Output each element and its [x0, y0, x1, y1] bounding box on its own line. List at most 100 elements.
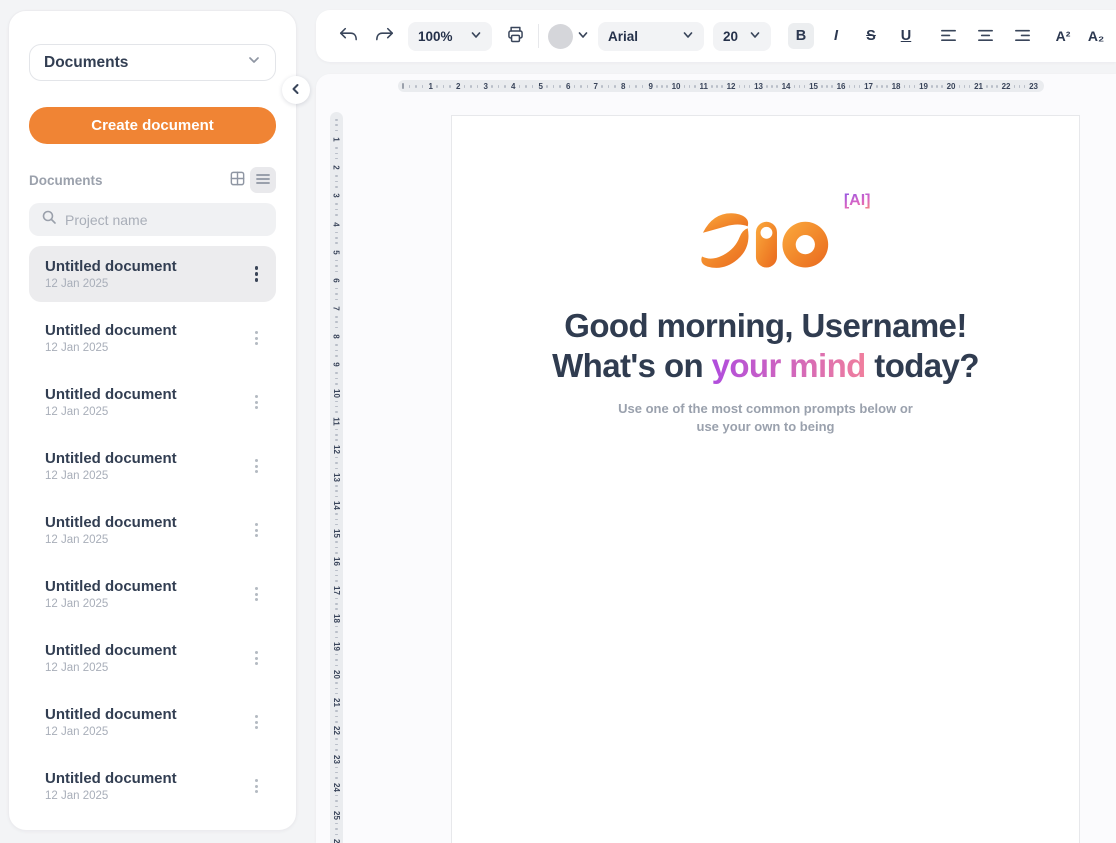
ruler-unit: 20	[928, 82, 956, 91]
font-size-dropdown[interactable]: 20	[713, 22, 771, 51]
ruler-unit: 22	[983, 82, 1011, 91]
document-list-item[interactable]: Untitled document 12 Jan 2025	[29, 246, 276, 302]
ruler-unit: 1	[406, 82, 434, 91]
ai-badge: [AI] +	[844, 192, 871, 210]
ruler-number: 13	[332, 473, 341, 482]
document-list-item[interactable]: Untitled document 12 Jan 2025	[29, 438, 276, 494]
chevron-down-icon	[470, 29, 482, 44]
ruler-number: 1	[332, 137, 341, 141]
ruler-number: 4	[332, 222, 341, 226]
ruler-unit: 15	[332, 510, 341, 538]
document-date: 12 Jan 2025	[45, 278, 249, 290]
undo-button[interactable]	[334, 22, 362, 50]
search-icon	[41, 209, 57, 230]
document-item-menu-button[interactable]	[249, 645, 264, 671]
ruler-unit: 13	[332, 454, 341, 482]
document-item-menu-button[interactable]	[249, 453, 264, 479]
ruler-unit: 2	[334, 144, 338, 172]
redo-icon	[375, 25, 395, 48]
sidebar-collapse-button[interactable]	[282, 76, 310, 104]
greeting-line2-prefix: What's on	[552, 347, 712, 384]
font-family-dropdown[interactable]: Arial	[598, 22, 704, 51]
ruler-unit: 21	[332, 679, 341, 707]
ruler-unit: 19	[332, 623, 341, 651]
document-list-item[interactable]: Untitled document 12 Jan 2025	[29, 758, 276, 814]
documents-dropdown[interactable]: Documents	[29, 44, 276, 81]
ruler-number: 7	[332, 306, 341, 310]
document-list-item[interactable]: Untitled document 12 Jan 2025	[29, 694, 276, 750]
text-color-dropdown[interactable]	[548, 24, 589, 49]
document-date: 12 Jan 2025	[45, 598, 249, 610]
italic-button[interactable]: I	[823, 23, 849, 49]
ruler-number: 22	[332, 726, 341, 735]
document-list-item[interactable]: Untitled document 12 Jan 2025	[29, 502, 276, 558]
ruler-number: 5	[332, 250, 341, 254]
ruler-number: 15	[332, 529, 341, 538]
greeting-line2-suffix: today?	[866, 347, 979, 384]
editor-toolbar: 100% Arial 20 B I S U	[316, 10, 1116, 62]
document-page[interactable]: [AI] + Good morning, Username! What's on…	[451, 115, 1080, 843]
align-right-button[interactable]	[1008, 22, 1036, 50]
align-center-button[interactable]	[971, 22, 999, 50]
ruler-number: 23	[332, 755, 341, 764]
document-list-item[interactable]: Untitled document 12 Jan 2025	[29, 566, 276, 622]
font-family-value: Arial	[608, 29, 638, 44]
bold-button[interactable]: B	[788, 23, 814, 49]
greeting-line1: Good morning, Username!	[564, 307, 966, 344]
ruler-unit: 16	[332, 538, 341, 566]
undo-icon	[338, 25, 358, 48]
document-item-menu-button[interactable]	[249, 260, 265, 288]
chevron-left-icon	[290, 83, 302, 98]
ruler-unit: 9	[334, 341, 338, 369]
ruler-number: 9	[332, 363, 341, 367]
align-left-button[interactable]	[934, 22, 962, 50]
chevron-down-icon	[247, 53, 261, 72]
subscript-button[interactable]: A₂	[1084, 23, 1108, 49]
document-item-menu-button[interactable]	[249, 389, 264, 415]
ruler-number: 17	[864, 82, 873, 91]
search-input[interactable]	[65, 212, 264, 228]
ruler-number: 2	[332, 166, 341, 170]
redo-button[interactable]	[371, 22, 399, 50]
document-list-item[interactable]: Untitled document 12 Jan 2025	[29, 630, 276, 686]
document-item-menu-button[interactable]	[249, 773, 264, 799]
ruler-unit: 16	[818, 82, 846, 91]
ruler-unit: 24	[332, 764, 341, 792]
underline-button[interactable]: U	[893, 23, 919, 49]
ruler-number: 18	[892, 82, 901, 91]
document-date: 12 Jan 2025	[45, 406, 249, 418]
color-swatch-icon	[548, 24, 573, 49]
ruler-unit: 18	[332, 595, 341, 623]
greeting-subtitle: Use one of the most common prompts below…	[452, 400, 1079, 435]
ruler-number: 21	[974, 82, 983, 91]
document-list-item[interactable]: Untitled document 12 Jan 2025	[29, 310, 276, 366]
zoom-dropdown[interactable]: 100%	[408, 22, 492, 51]
document-list-header: Documents	[29, 167, 276, 193]
superscript-button[interactable]: A²	[1051, 23, 1075, 49]
document-item-menu-button[interactable]	[249, 517, 264, 543]
list-view-button[interactable]	[250, 167, 276, 193]
document-title: Untitled document	[45, 322, 249, 339]
ruler-number: 22	[1002, 82, 1011, 91]
strikethrough-button[interactable]: S	[858, 23, 884, 49]
document-item-menu-button[interactable]	[249, 325, 264, 351]
ai-badge-label: [AI]	[844, 192, 871, 209]
grid-view-button[interactable]	[224, 167, 250, 193]
print-button[interactable]	[501, 22, 529, 50]
ruler-unit: 6	[334, 257, 338, 285]
ruler-unit: 23	[1011, 82, 1039, 91]
ruler-number: 26	[332, 839, 341, 843]
document-list-item[interactable]: Untitled document 12 Jan 2025	[29, 374, 276, 430]
document-item-menu-button[interactable]	[249, 581, 264, 607]
ruler-number: 14	[332, 501, 341, 510]
document-title: Untitled document	[45, 770, 249, 787]
document-item-menu-button[interactable]	[249, 709, 264, 735]
ruler-unit: 5	[516, 82, 544, 91]
create-document-button[interactable]: Create document	[29, 107, 276, 144]
ruler-number: 11	[332, 417, 341, 425]
ruler-number: 10	[332, 389, 341, 398]
list-view-icon	[255, 171, 271, 190]
ruler-unit: 3	[334, 172, 338, 200]
ruler-unit: 17	[846, 82, 874, 91]
chevron-down-icon	[682, 29, 694, 44]
